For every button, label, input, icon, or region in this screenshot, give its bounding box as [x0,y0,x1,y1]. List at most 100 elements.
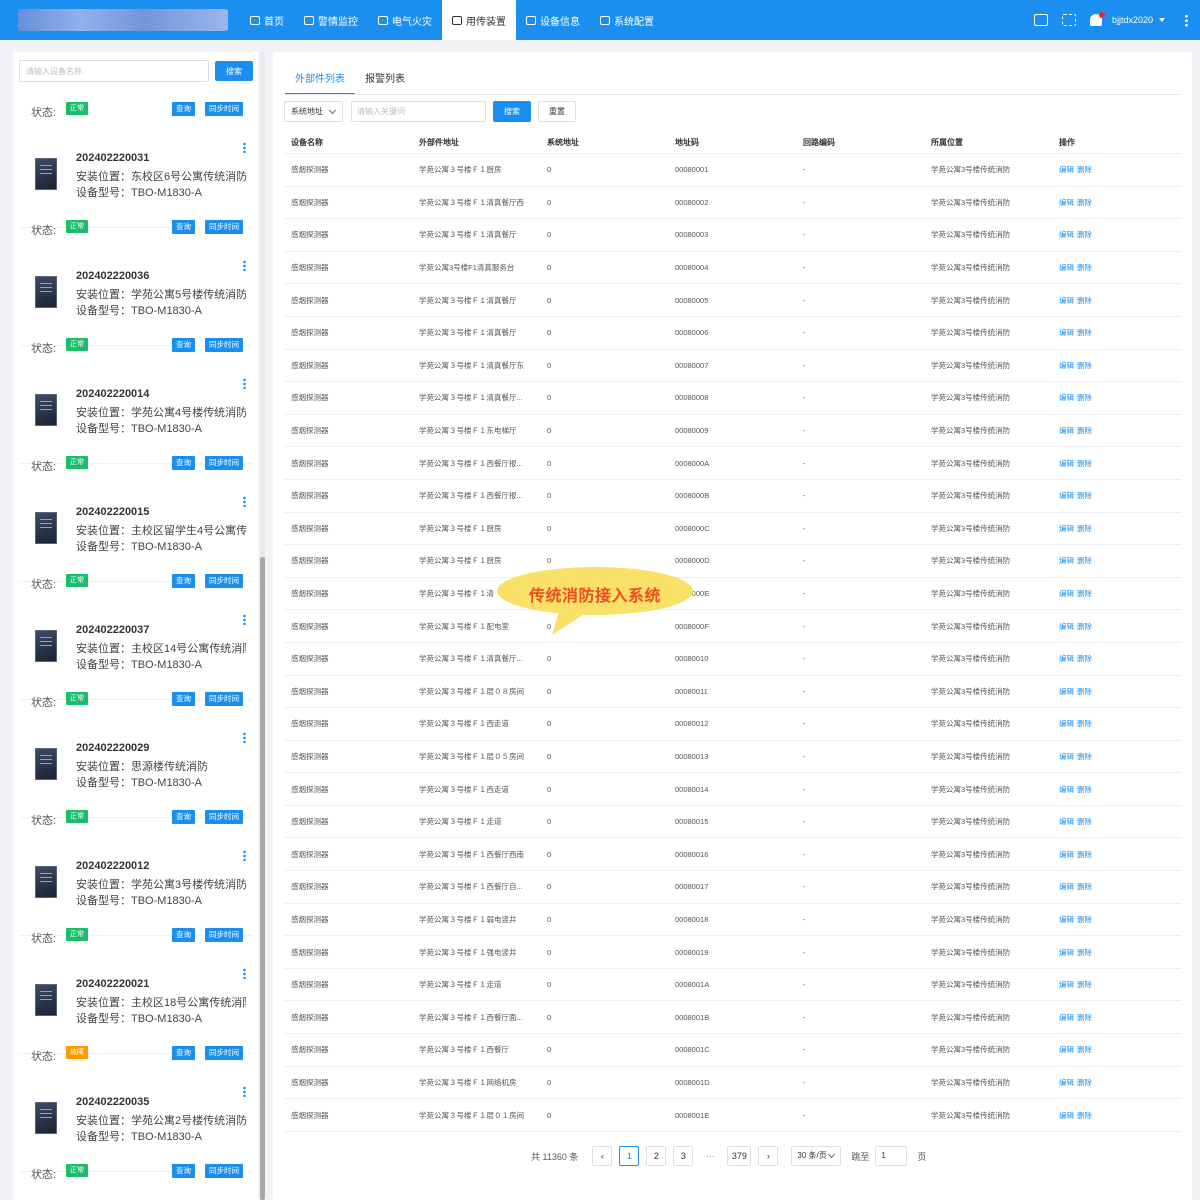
fullscreen-icon[interactable] [1061,14,1076,26]
delete-link[interactable]: 删除 [1077,361,1092,370]
query-button[interactable]: 查询 [172,692,195,706]
edit-link[interactable]: 编辑 [1059,1078,1074,1087]
device-search-input[interactable] [19,60,209,82]
more-vertical-icon[interactable] [243,850,246,861]
more-vertical-icon[interactable] [243,496,246,507]
device-card[interactable]: 202402220012 安装位置：学苑公寓3号楼传统消防 设备型号：TBO-M18… [19,840,252,936]
nav-item-5[interactable]: 系统配置 [590,0,664,40]
delete-link[interactable]: 删除 [1077,1078,1092,1087]
edit-link[interactable]: 编辑 [1059,1111,1074,1120]
dashboard-icon[interactable] [1033,14,1048,26]
sync-time-button[interactable]: 同步时间 [205,220,243,234]
tab-0[interactable]: 外部件列表 [285,70,355,95]
delete-link[interactable]: 删除 [1077,1045,1092,1054]
page-3-button[interactable]: 3 [673,1146,694,1166]
delete-link[interactable]: 删除 [1077,459,1092,468]
query-button[interactable]: 查询 [172,810,195,824]
delete-link[interactable]: 删除 [1077,296,1092,305]
delete-link[interactable]: 删除 [1077,785,1092,794]
delete-link[interactable]: 删除 [1077,622,1092,631]
device-card[interactable]: 202402220037 安装位置：主校区14号公寓传统消防 设备型号：TBO-M1… [19,604,252,700]
username[interactable]: bjjtdx2020 [1112,15,1153,25]
edit-link[interactable]: 编辑 [1059,980,1074,989]
edit-link[interactable]: 编辑 [1059,654,1074,663]
edit-link[interactable]: 编辑 [1059,622,1074,631]
delete-link[interactable]: 删除 [1077,1111,1092,1120]
page-1-button[interactable]: 1 [619,1146,640,1166]
device-card[interactable]: 202402220035 安装位置：学苑公寓2号楼传统消防 设备型号：TBO-M18… [19,1076,252,1172]
edit-link[interactable]: 编辑 [1059,393,1074,402]
jump-page-input[interactable]: 1 [875,1146,908,1166]
edit-link[interactable]: 编辑 [1059,589,1074,598]
edit-link[interactable]: 编辑 [1059,296,1074,305]
last-page-button[interactable]: 379 [727,1146,752,1166]
edit-link[interactable]: 编辑 [1059,915,1074,924]
bell-icon[interactable] [1089,12,1105,26]
delete-link[interactable]: 删除 [1077,328,1092,337]
edit-link[interactable]: 编辑 [1059,785,1074,794]
edit-link[interactable]: 编辑 [1059,459,1074,468]
delete-link[interactable]: 删除 [1077,882,1092,891]
sync-time-button[interactable]: 同步时间 [205,692,243,706]
reset-button[interactable]: 重置 [538,101,576,122]
delete-link[interactable]: 删除 [1077,817,1092,826]
edit-link[interactable]: 编辑 [1059,1013,1074,1022]
next-page-button[interactable]: › [758,1146,779,1166]
chevron-down-icon[interactable] [1159,18,1165,22]
delete-link[interactable]: 删除 [1077,719,1092,728]
nav-item-1[interactable]: 警情监控 [294,0,368,40]
edit-link[interactable]: 编辑 [1059,524,1074,533]
more-vertical-icon[interactable] [243,142,246,153]
page-2-button[interactable]: 2 [646,1146,667,1166]
sync-time-button[interactable]: 同步时间 [205,456,243,470]
keyword-input[interactable] [351,101,486,122]
edit-link[interactable]: 编辑 [1059,230,1074,239]
delete-link[interactable]: 删除 [1077,1013,1092,1022]
sync-time-button[interactable]: 同步时间 [205,1164,243,1178]
query-button[interactable]: 查询 [172,1164,195,1178]
sync-time-button[interactable]: 同步时间 [205,928,243,942]
more-vertical-icon[interactable] [243,260,246,271]
edit-link[interactable]: 编辑 [1059,328,1074,337]
query-button[interactable]: 查询 [172,338,195,352]
device-card[interactable]: 202402220029 安装位置：思源楼传统消防 设备型号：TBO-M1830-A [19,722,252,818]
nav-item-4[interactable]: 设备信息 [516,0,590,40]
search-button[interactable]: 搜索 [493,101,531,122]
edit-link[interactable]: 编辑 [1059,361,1074,370]
delete-link[interactable]: 删除 [1077,426,1092,435]
delete-link[interactable]: 删除 [1077,263,1092,272]
delete-link[interactable]: 删除 [1077,524,1092,533]
edit-link[interactable]: 编辑 [1059,687,1074,696]
edit-link[interactable]: 编辑 [1059,1045,1074,1054]
nav-item-0[interactable]: 首页 [240,0,294,40]
delete-link[interactable]: 删除 [1077,589,1092,598]
sync-time-button[interactable]: 同步时间 [205,574,243,588]
query-button[interactable]: 查询 [172,1046,195,1060]
edit-link[interactable]: 编辑 [1059,556,1074,565]
left-scrollbar[interactable] [260,52,265,1200]
page-size-select[interactable]: 30 条/页 [791,1146,842,1166]
sync-time-button[interactable]: 同步时间 [205,1046,243,1060]
delete-link[interactable]: 删除 [1077,393,1092,402]
device-card[interactable]: 202402220015 安装位置：主校区留学生4号公寓传统消防设备型号：TBO-… [19,486,252,582]
query-button[interactable]: 查询 [172,574,195,588]
edit-link[interactable]: 编辑 [1059,882,1074,891]
device-card[interactable]: 202402220036 安装位置：学苑公寓5号楼传统消防 设备型号：TBO-M18… [19,250,252,346]
more-vertical-icon[interactable] [243,1086,246,1097]
query-button[interactable]: 查询 [172,928,195,942]
sync-time-button[interactable]: 同步时间 [205,338,243,352]
delete-link[interactable]: 删除 [1077,752,1092,761]
edit-link[interactable]: 编辑 [1059,948,1074,957]
delete-link[interactable]: 删除 [1077,198,1092,207]
edit-link[interactable]: 编辑 [1059,719,1074,728]
device-card[interactable]: 202402220014 安装位置：学苑公寓4号楼传统消防 设备型号：TBO-M18… [19,368,252,464]
scrollbar-thumb[interactable] [260,557,265,1200]
delete-link[interactable]: 删除 [1077,948,1092,957]
nav-item-3[interactable]: 用传装置 [442,0,516,40]
delete-link[interactable]: 删除 [1077,915,1092,924]
address-type-select[interactable]: 系统地址 [284,101,343,122]
query-button[interactable]: 查询 [172,102,195,116]
delete-link[interactable]: 删除 [1077,230,1092,239]
delete-link[interactable]: 删除 [1077,165,1092,174]
device-search-button[interactable]: 搜索 [215,61,253,81]
